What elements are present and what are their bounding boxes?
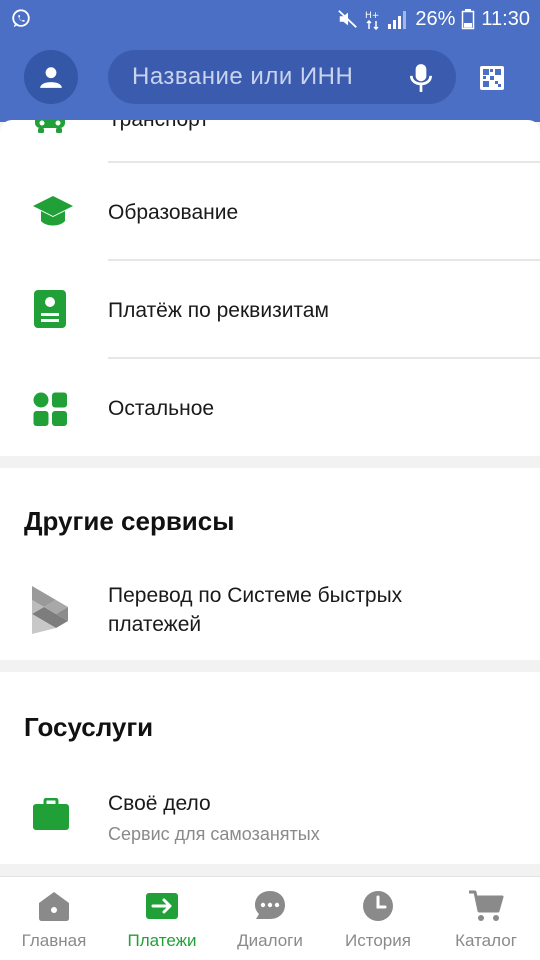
cart-icon [469,890,504,921]
sbp-transfer-item[interactable]: Перевод по Системе быстрых платежей [0,564,540,660]
whatsapp-icon [12,9,30,28]
nav-label: Диалоги [237,931,303,950]
own-business-label: Своё дело [108,792,211,815]
document-icon [34,290,66,328]
category-item-transport[interactable]: Транспорт [0,120,540,162]
payments-icon [146,893,178,919]
sbp-transfer-label-line1: Перевод по Системе быстрых [108,584,403,607]
category-label: Образование [108,201,239,224]
nav-tab-dialogs[interactable]: Диалоги [216,877,324,960]
user-icon [40,67,62,88]
section-title: Госуслуги [24,712,154,742]
nav-tab-history[interactable]: История [324,877,432,960]
nav-label: Главная [21,931,87,950]
qr-code-icon[interactable] [480,66,504,90]
microphone-icon[interactable] [408,63,434,93]
section-title: Другие сервисы [24,506,235,536]
own-business-subtitle: Сервис для самозанятых [108,824,320,844]
chat-icon [255,891,285,919]
categories-card: Транспорт Образование Платёж по реквизит… [0,120,540,456]
category-item-other[interactable]: Остальное [0,359,540,455]
category-item-payment-by-details[interactable]: Платёж по реквизитам [0,261,540,357]
hplus-network-icon: H+ [365,11,380,30]
category-item-education[interactable]: Образование [0,164,540,260]
mute-icon [338,10,358,28]
category-label: Транспорт [108,120,209,132]
search-input[interactable]: Название или ИНН [108,50,456,104]
home-icon [39,892,69,921]
category-label: Платёж по реквизитам [108,299,329,322]
battery-icon [462,9,475,30]
nav-label: Платежи [127,931,197,950]
nav-tab-home[interactable]: Главная [0,877,108,960]
signal-icon [388,11,407,29]
nav-tab-payments[interactable]: Платежи [108,877,216,960]
gosuslugi-card: Госуслуги Своё дело Сервис для самозанят… [0,672,540,864]
graduation-cap-icon [33,196,73,226]
sbp-logo-icon [32,586,68,634]
nav-tab-catalog[interactable]: Каталог [432,877,540,960]
clock-time: 11:30 [481,7,530,30]
status-bar: H+ 26% 11:30 [0,0,540,38]
category-label: Остальное [108,397,215,420]
search-placeholder: Название или ИНН [132,63,354,90]
other-services-card: Другие сервисы Перевод по Системе быстры… [0,468,540,660]
profile-avatar-button[interactable] [24,50,78,104]
bus-icon [35,120,65,133]
clock-icon [363,891,393,921]
svg-text:H+: H+ [365,11,379,21]
nav-label: Каталог [455,931,517,950]
briefcase-icon [33,798,69,830]
nav-label: История [345,931,411,950]
app-header: Название или ИНН [0,38,540,122]
battery-percent: 26% [415,7,456,30]
own-business-item[interactable]: Своё дело Сервис для самозанятых [0,776,540,864]
sbp-transfer-label-line2: платежей [108,613,202,636]
grid-icon [33,392,67,426]
bottom-navigation: Главная Платежи Диалоги История Каталог [0,876,540,960]
divider [108,161,540,163]
